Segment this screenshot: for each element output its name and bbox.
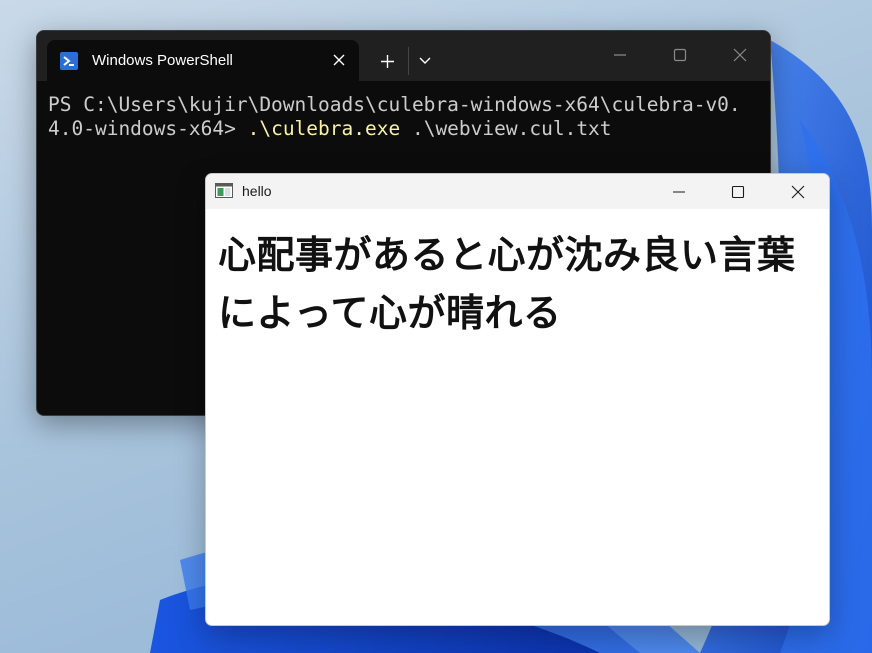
terminal-output[interactable]: PS C:\Users\kujir\Downloads\culebra-wind… [48, 93, 760, 141]
new-tab-button[interactable] [372, 47, 402, 75]
powershell-icon [60, 51, 78, 70]
plus-icon [380, 54, 394, 68]
terminal-titlebar[interactable]: Windows PowerShell [37, 31, 770, 81]
maximize-icon [673, 48, 687, 62]
close-icon [733, 48, 747, 62]
close-window-button[interactable] [778, 178, 818, 206]
close-icon [791, 185, 805, 199]
hello-titlebar[interactable]: hello [206, 174, 829, 209]
terminal-command: .\culebra.exe [247, 117, 401, 140]
minimize-button[interactable] [600, 41, 640, 69]
webview-body-text: 心配事があると心が沈み良い言葉によって心が晴れる [218, 233, 796, 335]
maximize-button[interactable] [718, 178, 758, 206]
window-title: hello [242, 183, 272, 199]
chevron-down-icon [419, 57, 431, 64]
close-icon [333, 54, 345, 66]
hello-window: hello 心配事があると心が沈み良い言葉によって心が晴れる [205, 173, 830, 626]
minimize-icon [673, 191, 685, 193]
close-window-button[interactable] [720, 41, 760, 69]
maximize-button[interactable] [660, 41, 700, 69]
minimize-button[interactable] [659, 178, 699, 206]
app-window-icon [215, 183, 233, 198]
close-tab-button[interactable] [327, 48, 351, 72]
tab-title: Windows PowerShell [92, 52, 233, 69]
tab-dropdown-button[interactable] [413, 47, 437, 75]
terminal-command-args: .\webview.cul.txt [400, 117, 612, 140]
minimize-icon [614, 54, 626, 56]
maximize-icon [731, 185, 745, 199]
tab-separator [408, 47, 409, 75]
tab-windows-powershell[interactable]: Windows PowerShell [47, 40, 359, 81]
